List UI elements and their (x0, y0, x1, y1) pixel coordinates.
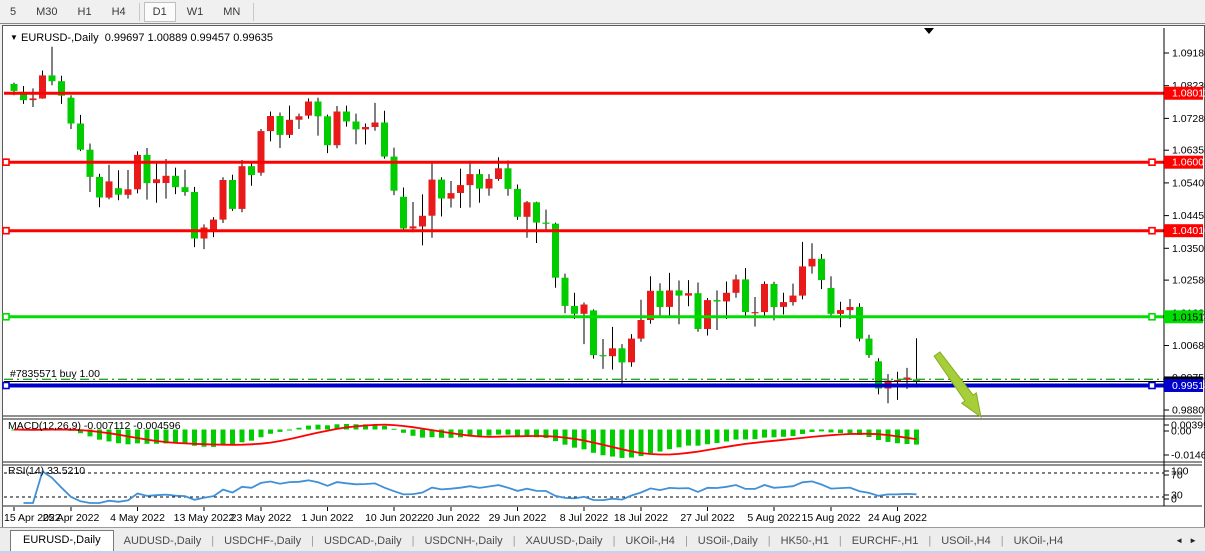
chart-tab-eurchf-h1[interactable]: EURCHF-,H1 (842, 532, 929, 551)
price-tick-label: 1.06355 (1172, 145, 1205, 157)
chart-tab-usdcnh-daily[interactable]: USDCNH-,Daily (414, 532, 512, 551)
time-axis[interactable]: 15 Apr 202225 Apr 20224 May 202213 May 2… (4, 507, 927, 524)
date-tick-label: 29 Jun 2022 (489, 512, 547, 524)
tab-scroll-left-icon[interactable]: ◄ (1175, 536, 1183, 545)
date-tick-label: 1 Jun 2022 (302, 512, 354, 524)
date-tick-label: 20 Jun 2022 (422, 512, 480, 524)
open-trade-label: #7835571 buy 1.00 (10, 368, 100, 380)
price-badge-label: 0.99518 (1172, 380, 1205, 392)
chart-tab-ukoil-h4[interactable]: UKOil-,H4 (615, 532, 685, 551)
date-tick-label: 10 Jun 2022 (365, 512, 423, 524)
price-tick-label: 0.98805 (1172, 405, 1205, 417)
collapse-arrow-icon[interactable]: ▼ (10, 33, 18, 42)
rsi-axis-label: 0 (1171, 494, 1177, 506)
date-tick-label: 24 Aug 2022 (868, 512, 927, 524)
date-tick-label: 23 May 2022 (231, 512, 292, 524)
rsi-panel-splitter[interactable] (2, 461, 1203, 465)
price-tick-label: 1.07280 (1172, 113, 1205, 125)
price-badge-label: 1.06007 (1172, 157, 1205, 169)
date-tick-label: 13 May 2022 (174, 512, 235, 524)
price-tick-label: 1.04455 (1172, 210, 1205, 222)
date-tick-label: 8 Jul 2022 (560, 512, 609, 524)
macd-axis-label: 0.00 (1171, 426, 1192, 438)
chart-tab-hk50-h1[interactable]: HK50-,H1 (771, 532, 839, 551)
date-tick-label: 25 Apr 2022 (43, 512, 100, 524)
level-handle-resistance-3[interactable] (3, 228, 9, 234)
date-tick-label: 5 Aug 2022 (747, 512, 800, 524)
macd-indicator-label: MACD(12,26,9) -0.007112 -0.004596 (8, 420, 181, 432)
macd-axis-label: -0.01469 (1171, 450, 1205, 462)
price-tick-label: 1.00680 (1172, 340, 1205, 352)
chart-tab-usdcad-daily[interactable]: USDCAD-,Daily (314, 532, 412, 551)
chart-tab-ukoil-h4[interactable]: UKOil-,H4 (1004, 532, 1074, 551)
level-handle-resistance-3[interactable] (1149, 228, 1155, 234)
mt4-chart-window: 5M30H1H4D1W1MN 1.091801.082301.072801.06… (0, 0, 1205, 553)
level-handle-resistance-2[interactable] (3, 159, 9, 165)
date-tick-label: 27 Jul 2022 (680, 512, 734, 524)
date-tick-label: 18 Jul 2022 (614, 512, 668, 524)
level-handle-support-blue[interactable] (1149, 382, 1155, 388)
chart-canvas[interactable]: 1.091801.082301.072801.063551.054051.044… (0, 0, 1205, 553)
level-handle-support-green[interactable] (3, 314, 9, 320)
horizontal-level-lines[interactable] (3, 93, 1164, 388)
rsi-axis-label: 70 (1171, 470, 1183, 482)
price-badge-label: 1.04016 (1172, 225, 1205, 237)
chart-shift-marker-icon[interactable] (924, 28, 934, 34)
level-handle-resistance-2[interactable] (1149, 159, 1155, 165)
price-axis[interactable]: 1.091801.082301.072801.063551.054051.044… (1164, 28, 1205, 506)
date-tick-label: 15 Aug 2022 (802, 512, 861, 524)
rsi-indicator-label: RSI(14) 33.5210 (8, 465, 85, 477)
chart-tab-audusd-daily[interactable]: AUDUSD-,Daily (114, 532, 212, 551)
price-badge-label: 1.08011 (1172, 88, 1205, 100)
chart-tab-usdchf-daily[interactable]: USDCHF-,Daily (214, 532, 311, 551)
date-tick-label: 4 May 2022 (110, 512, 165, 524)
price-tick-label: 1.09180 (1172, 48, 1205, 60)
price-badge-label: 1.01514 (1172, 311, 1205, 323)
rsi-line (24, 471, 917, 503)
level-handle-support-blue[interactable] (3, 382, 9, 388)
chart-title: ▼ EURUSD-,Daily 0.99697 1.00889 0.99457 … (10, 32, 273, 44)
chart-symbol-label: EURUSD-,Daily (21, 32, 99, 44)
chart-tab-bar: EURUSD-,DailyAUDUSD-,Daily|USDCHF-,Daily… (0, 527, 1205, 551)
level-handle-support-green[interactable] (1149, 314, 1155, 320)
price-tick-label: 1.03505 (1172, 243, 1205, 255)
chart-tab-eurusd-daily[interactable]: EURUSD-,Daily (10, 530, 114, 551)
chart-tab-usoil-daily[interactable]: USOil-,Daily (688, 532, 768, 551)
chart-tab-usoil-h4[interactable]: USOil-,H4 (931, 532, 1001, 551)
chart-tab-xauusd-daily[interactable]: XAUUSD-,Daily (516, 532, 613, 551)
macd-panel-splitter[interactable] (2, 416, 1203, 420)
chart-ohlc-values: 0.99697 1.00889 0.99457 0.99635 (105, 32, 273, 44)
candlestick-series (11, 47, 921, 404)
price-tick-label: 1.05405 (1172, 177, 1205, 189)
tab-scroll-right-icon[interactable]: ► (1189, 536, 1197, 545)
price-tick-label: 1.02580 (1172, 275, 1205, 287)
